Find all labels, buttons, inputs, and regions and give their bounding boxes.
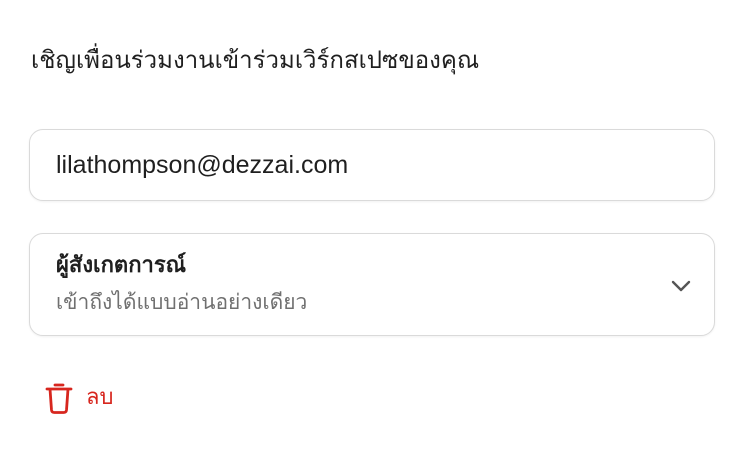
trash-icon [45, 383, 73, 414]
invite-title: เชิญเพื่อนร่วมงานเข้าร่วมเวิร์กสเปซของคุ… [31, 46, 480, 74]
delete-button[interactable]: ลบ [44, 380, 113, 416]
email-field-container[interactable] [29, 129, 715, 201]
role-select-description: เข้าถึงได้แบบอ่านอย่างเดียว [56, 290, 308, 314]
role-select-label: ผู้สังเกตการณ์ [56, 253, 187, 278]
delete-label: ลบ [86, 385, 114, 410]
chevron-down-icon [671, 280, 691, 292]
email-input[interactable] [56, 150, 656, 180]
role-select[interactable]: ผู้สังเกตการณ์ เข้าถึงได้แบบอ่านอย่างเดี… [29, 233, 715, 336]
